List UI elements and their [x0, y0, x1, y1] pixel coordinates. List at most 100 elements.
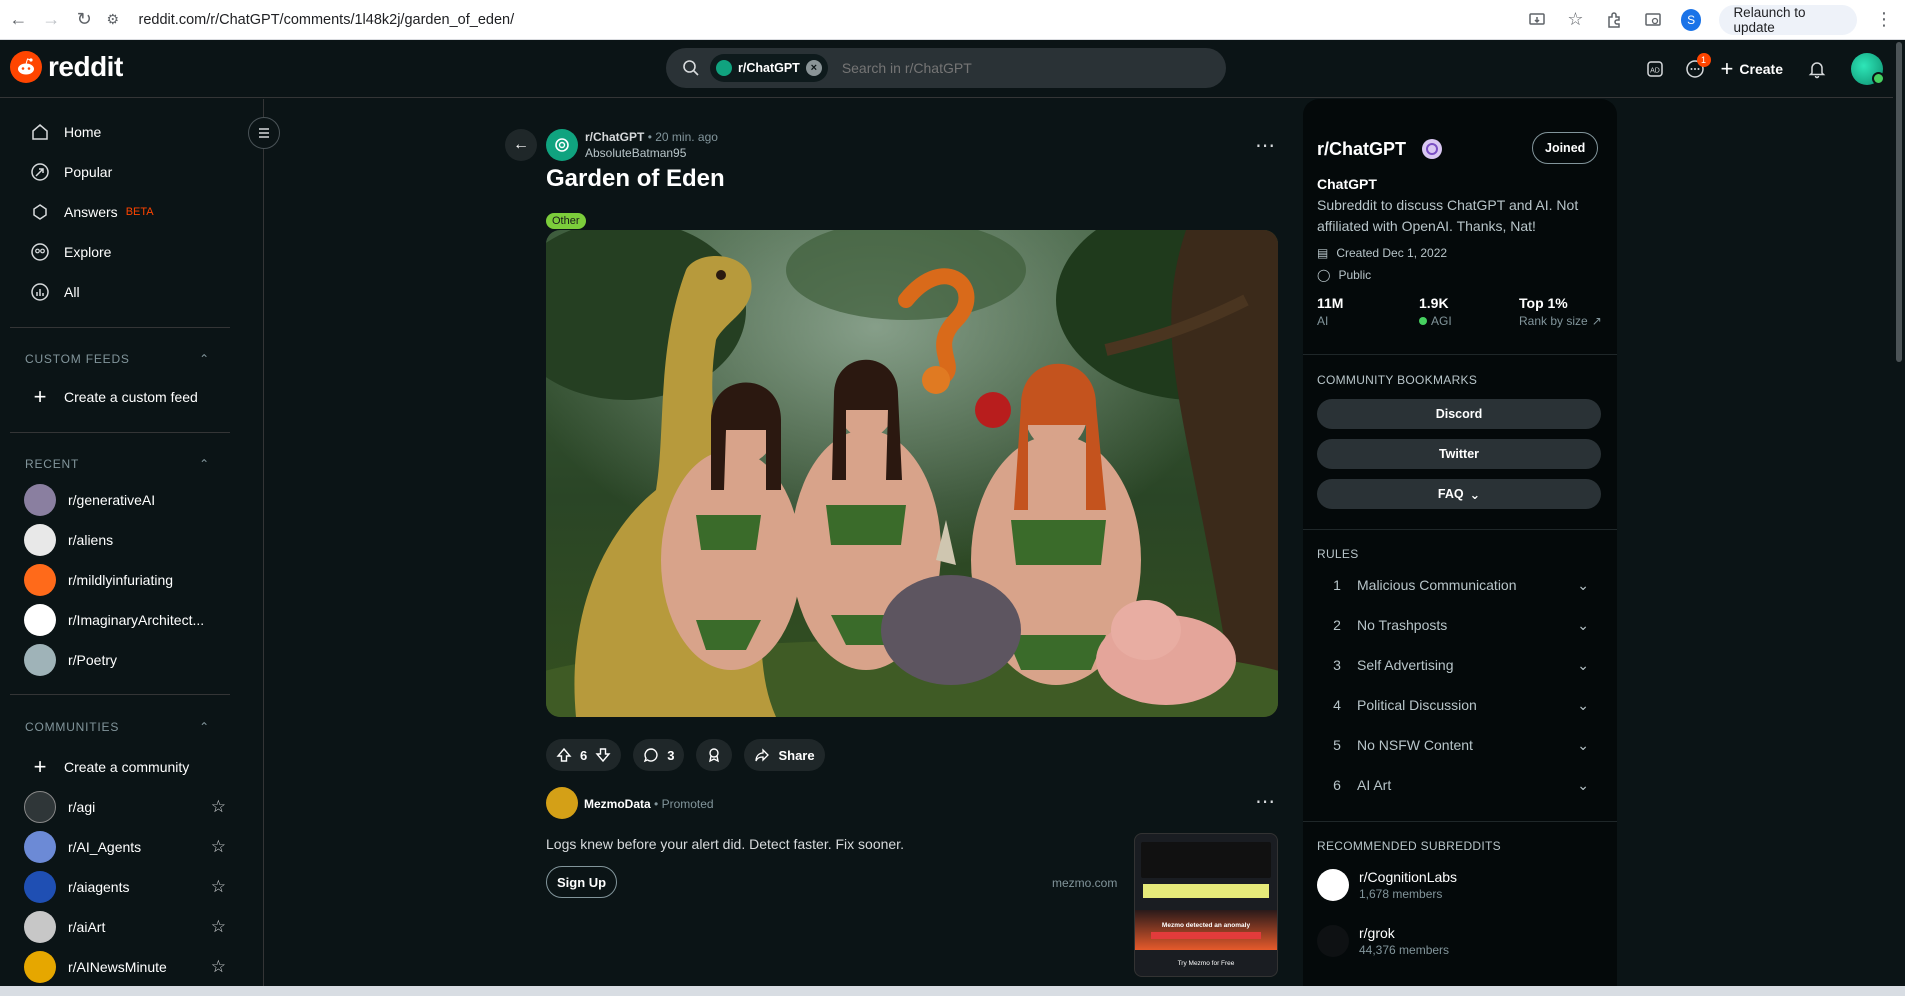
favorite-star-icon[interactable]: ☆ — [211, 877, 226, 897]
create-community[interactable]: + Create a community — [10, 749, 230, 785]
create-post-button[interactable]: + Create — [1721, 56, 1783, 82]
award-button[interactable] — [696, 739, 733, 771]
chat-icon[interactable]: 1 — [1675, 49, 1715, 89]
bookmark-twitter[interactable]: Twitter — [1317, 439, 1601, 469]
chat-badge: 1 — [1696, 53, 1711, 67]
search-bar[interactable]: r/ChatGPT × — [666, 48, 1226, 88]
custom-feeds-header[interactable]: CUSTOM FEEDS ⌃ — [25, 352, 210, 366]
rule-label: No Trashposts — [1357, 617, 1448, 633]
install-app-icon[interactable] — [1527, 9, 1548, 31]
address-bar[interactable]: ⚙ reddit.com/r/ChatGPT/comments/1l48k2j/… — [107, 5, 1527, 35]
promo-domain[interactable]: mezmo.com — [1052, 876, 1117, 890]
bookmark-discord[interactable]: Discord — [1317, 399, 1601, 429]
sidebar-item-home[interactable]: Home — [10, 114, 230, 150]
community-title-text[interactable]: r/ChatGPT — [1317, 139, 1406, 160]
chevron-down-icon: ⌄ — [1577, 736, 1589, 753]
sign-up-button[interactable]: Sign Up — [546, 866, 618, 898]
profile-avatar[interactable]: S — [1680, 8, 1702, 31]
back-arrow-icon[interactable]: ← — [4, 5, 33, 35]
rule-number: 1 — [1333, 577, 1341, 593]
scrollbar-thumb[interactable] — [1896, 42, 1902, 362]
post-subreddit[interactable]: r/ChatGPT — [585, 130, 644, 144]
divider — [1303, 529, 1617, 530]
sidebar-item-popular[interactable]: Popular — [10, 154, 230, 190]
sidebar-item-label: Home — [64, 124, 102, 140]
award-icon — [709, 748, 720, 763]
create-custom-feed[interactable]: + Create a custom feed — [10, 379, 230, 415]
promo-options-icon[interactable]: ⋯ — [1255, 789, 1275, 814]
sidebar-item-explore[interactable]: Explore — [10, 234, 230, 270]
rule-item[interactable]: 1 Malicious Communication ⌄ — [1317, 565, 1607, 605]
chatgpt-icon[interactable] — [546, 129, 578, 161]
browser-menu-icon[interactable]: ⋮ — [1875, 9, 1893, 30]
stat-value: Top 1% — [1519, 295, 1568, 311]
recent-item[interactable]: r/aliens — [10, 522, 230, 558]
promo-text[interactable]: Logs knew before your alert did. Detect … — [546, 836, 904, 852]
forward-arrow-icon[interactable]: → — [37, 5, 66, 35]
downvote-icon[interactable] — [595, 747, 611, 763]
community-item[interactable]: r/AINewsMinute ☆ — [10, 949, 230, 985]
page-scrollbar[interactable] — [1893, 40, 1905, 986]
vote-control: 6 — [546, 739, 622, 771]
favorite-star-icon[interactable]: ☆ — [211, 837, 226, 857]
joined-button[interactable]: Joined — [1532, 132, 1599, 164]
advertiser-avatar[interactable] — [546, 787, 578, 819]
post-options-icon[interactable]: ⋯ — [1255, 133, 1276, 158]
collapse-sidebar-button[interactable] — [248, 117, 280, 149]
back-button[interactable]: ← — [505, 129, 537, 161]
recent-header[interactable]: RECENT ⌃ — [25, 457, 210, 471]
openai-logo-icon — [1422, 139, 1443, 159]
tab-search-icon[interactable] — [1642, 9, 1663, 31]
advertiser-name[interactable]: MezmoData — [584, 797, 651, 811]
communities-header[interactable]: COMMUNITIES ⌃ — [25, 720, 210, 734]
clear-chip-icon[interactable]: × — [805, 60, 822, 76]
favorite-star-icon[interactable]: ☆ — [211, 917, 226, 937]
all-icon — [31, 283, 49, 301]
community-item[interactable]: r/aiArt ☆ — [10, 909, 230, 945]
created-line: ▤ Created Dec 1, 2022 — [1317, 246, 1447, 260]
rule-item[interactable]: 2 No Trashposts ⌄ — [1317, 605, 1607, 645]
community-item[interactable]: r/AI_Agents ☆ — [10, 829, 230, 865]
comments-button[interactable]: 3 — [633, 739, 685, 771]
share-button[interactable]: Share — [744, 739, 825, 771]
recommended-item[interactable]: r/CognitionLabs 1,678 members — [1317, 869, 1457, 901]
reload-icon[interactable]: ↻ — [70, 5, 99, 35]
notifications-bell-icon[interactable] — [1797, 49, 1837, 89]
site-settings-icon[interactable]: ⚙ — [107, 11, 129, 28]
reddit-logo[interactable]: reddit — [10, 51, 123, 83]
extensions-icon[interactable] — [1604, 9, 1625, 31]
upvote-icon[interactable] — [556, 747, 572, 763]
recent-item[interactable]: r/mildlyinfuriating — [10, 562, 230, 598]
popular-icon — [31, 163, 49, 181]
bookmark-faq[interactable]: FAQ ⌄ — [1317, 479, 1601, 509]
recent-item[interactable]: r/ImaginaryArchitect... — [10, 602, 230, 638]
rule-item[interactable]: 4 Political Discussion ⌄ — [1317, 685, 1607, 725]
post-flair[interactable]: Other — [546, 213, 586, 229]
community-description: Subreddit to discuss ChatGPT and AI. Not… — [1317, 197, 1579, 234]
recent-item[interactable]: r/generativeAI — [10, 482, 230, 518]
favorite-star-icon[interactable]: ☆ — [211, 797, 226, 817]
community-item[interactable]: r/agi ☆ — [10, 789, 230, 825]
community-item[interactable]: r/aiagents ☆ — [10, 869, 230, 905]
rule-item[interactable]: 6 AI Art ⌄ — [1317, 765, 1607, 805]
stat-rank[interactable]: Top 1% Rank by size ↗ — [1519, 295, 1602, 328]
search-input[interactable] — [841, 60, 1142, 76]
favorite-star-icon[interactable]: ☆ — [211, 957, 226, 977]
url-text: reddit.com/r/ChatGPT/comments/1l48k2j/ga… — [138, 11, 515, 28]
recommended-item[interactable]: r/grok 44,376 members — [1317, 925, 1449, 957]
promo-thumbnail[interactable]: Mezmo detected an anomaly Try Mezmo for … — [1134, 833, 1278, 977]
sidebar-item-all[interactable]: All — [10, 274, 230, 310]
subreddit-avatar — [24, 831, 56, 863]
post-image[interactable] — [546, 230, 1278, 717]
recent-item[interactable]: r/Poetry — [10, 642, 230, 678]
rule-item[interactable]: 5 No NSFW Content ⌄ — [1317, 725, 1607, 765]
post-author[interactable]: AbsoluteBatman95 — [585, 146, 718, 160]
relaunch-button[interactable]: Relaunch to update — [1719, 4, 1857, 35]
advertise-icon[interactable]: AD — [1635, 49, 1675, 89]
sidebar-item-answers[interactable]: Answers BETA — [10, 194, 230, 230]
user-avatar[interactable] — [1851, 53, 1885, 85]
bookmark-star-icon[interactable]: ☆ — [1565, 9, 1586, 31]
subreddit-search-chip[interactable]: r/ChatGPT × — [710, 54, 828, 82]
rule-item[interactable]: 3 Self Advertising ⌄ — [1317, 645, 1607, 685]
chevron-up-icon: ⌃ — [199, 720, 210, 734]
